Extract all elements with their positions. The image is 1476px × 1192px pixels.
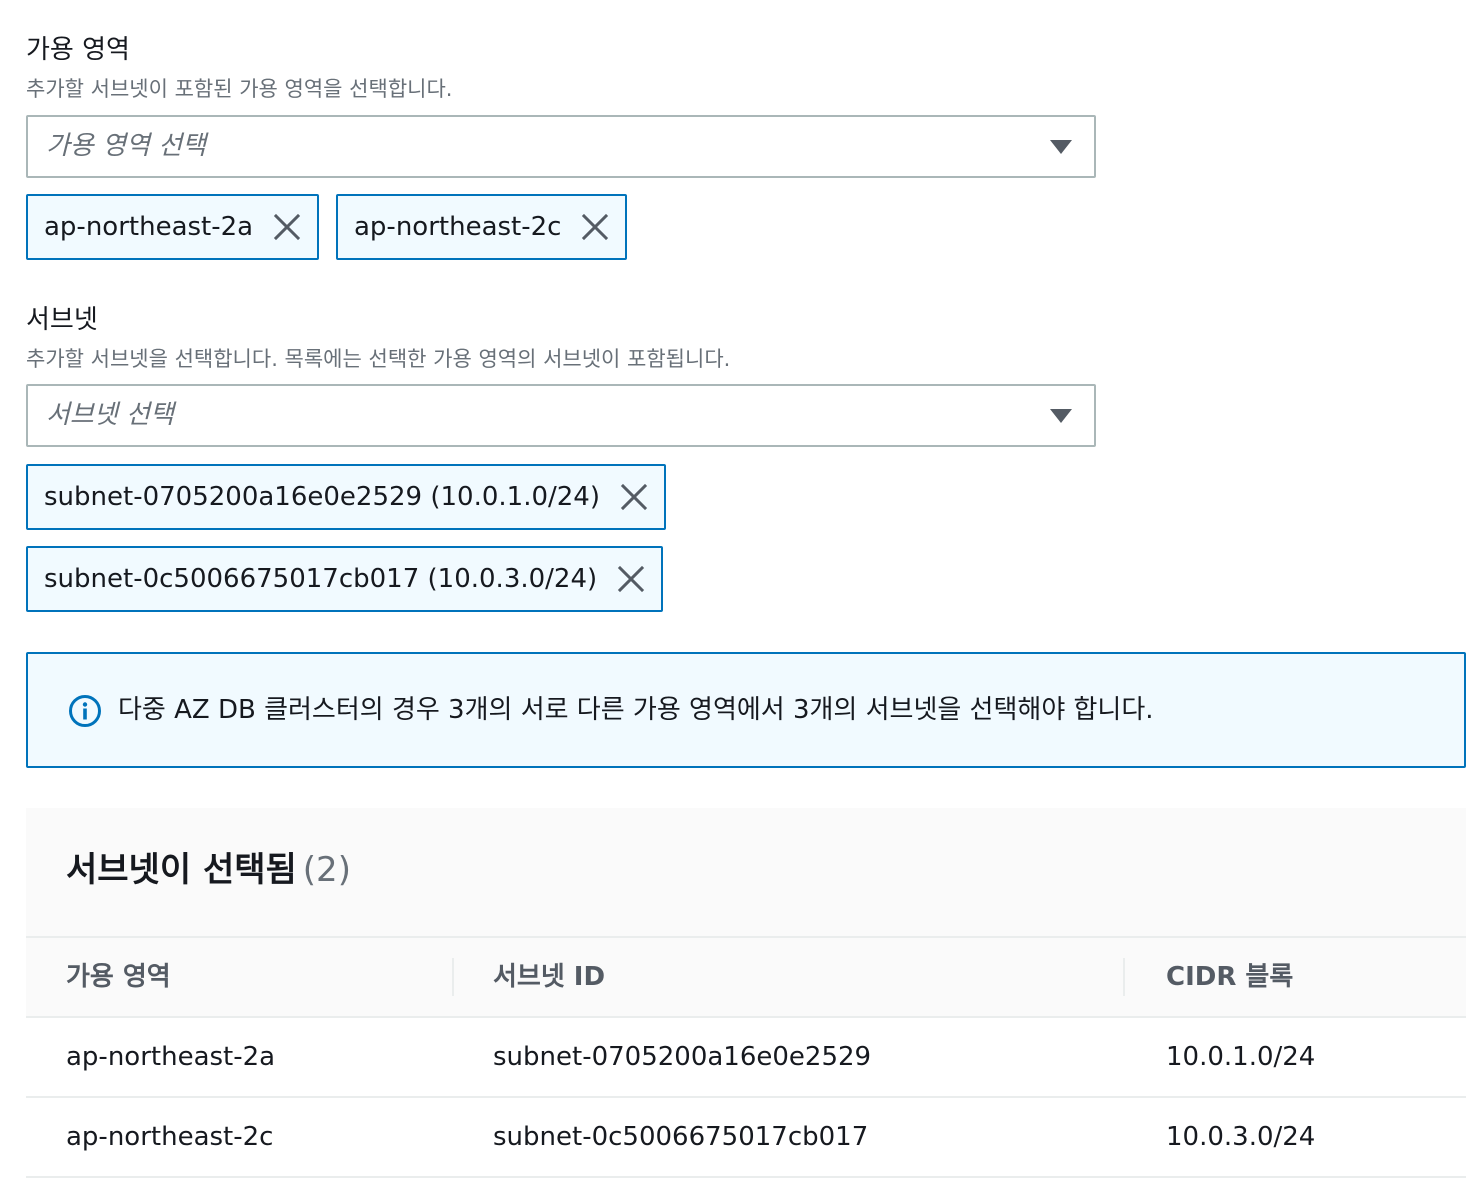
info-alert: 다중 AZ DB 클러스터의 경우 3개의 서로 다른 가용 영역에서 3개의 …: [26, 652, 1466, 768]
token-label: ap-northeast-2a: [44, 212, 254, 242]
availability-zone-select[interactable]: 가용 영역 선택: [26, 115, 1096, 178]
availability-zone-token: ap-northeast-2c: [336, 194, 628, 260]
panel-header: 서브넷이 선택됨 (2): [26, 808, 1466, 938]
subnet-label: 서브넷: [26, 305, 98, 335]
availability-zone-label: 가용 영역: [26, 35, 130, 65]
subnet-select[interactable]: 서브넷 선택: [26, 384, 1096, 447]
column-divider: [452, 958, 454, 996]
column-divider: [1123, 958, 1125, 996]
subnet-token: subnet-0705200a16e0e2529 (10.0.1.0/24): [26, 464, 666, 530]
panel-title-text: 서브넷이 선택됨: [66, 850, 297, 890]
cell-availability-zone: ap-northeast-2a: [66, 1042, 276, 1072]
panel-title: 서브넷이 선택됨 (2): [66, 848, 351, 892]
availability-zone-placeholder: 가용 영역 선택: [46, 131, 207, 161]
close-icon[interactable]: [618, 481, 650, 513]
cell-cidr-block: 10.0.1.0/24: [1166, 1042, 1316, 1072]
cell-cidr-block: 10.0.3.0/24: [1166, 1122, 1316, 1152]
caret-down-icon: [1050, 140, 1072, 154]
close-icon[interactable]: [579, 211, 611, 243]
subnet-placeholder: 서브넷 선택: [46, 400, 174, 430]
caret-down-icon: [1050, 409, 1072, 423]
cell-subnet-id: subnet-0705200a16e0e2529: [493, 1042, 872, 1072]
availability-zone-description: 추가할 서브넷이 포함된 가용 영역을 선택합니다.: [26, 77, 453, 101]
table-row: ap-northeast-2a subnet-0705200a16e0e2529…: [26, 1018, 1466, 1098]
token-label: ap-northeast-2c: [354, 212, 562, 242]
subnet-description: 추가할 서브넷을 선택합니다. 목록에는 선택한 가용 영역의 서브넷이 포함됩…: [26, 347, 731, 371]
table-row: ap-northeast-2c subnet-0c5006675017cb017…: [26, 1098, 1466, 1178]
close-icon[interactable]: [271, 211, 303, 243]
subnet-token: subnet-0c5006675017cb017 (10.0.3.0/24): [26, 546, 664, 612]
table-header: 가용 영역 서브넷 ID CIDR 블록: [26, 938, 1466, 1018]
token-label: subnet-0c5006675017cb017 (10.0.3.0/24): [44, 564, 598, 594]
selected-subnets-panel: 서브넷이 선택됨 (2) 가용 영역 서브넷 ID CIDR 블록 ap-nort…: [26, 808, 1466, 1192]
info-text: 다중 AZ DB 클러스터의 경우 3개의 서로 다른 가용 영역에서 3개의 …: [118, 695, 1154, 725]
column-header-subnet-id: 서브넷 ID: [493, 962, 606, 992]
cell-availability-zone: ap-northeast-2c: [66, 1122, 274, 1152]
availability-zone-token: ap-northeast-2a: [26, 194, 320, 260]
token-label: subnet-0705200a16e0e2529 (10.0.1.0/24): [44, 482, 600, 512]
panel-count: (2): [302, 850, 351, 890]
column-header-availability-zone: 가용 영역: [66, 962, 171, 992]
column-header-cidr-block: CIDR 블록: [1166, 962, 1294, 992]
close-icon[interactable]: [615, 563, 647, 595]
info-icon: [68, 694, 102, 728]
cell-subnet-id: subnet-0c5006675017cb017: [493, 1122, 869, 1152]
